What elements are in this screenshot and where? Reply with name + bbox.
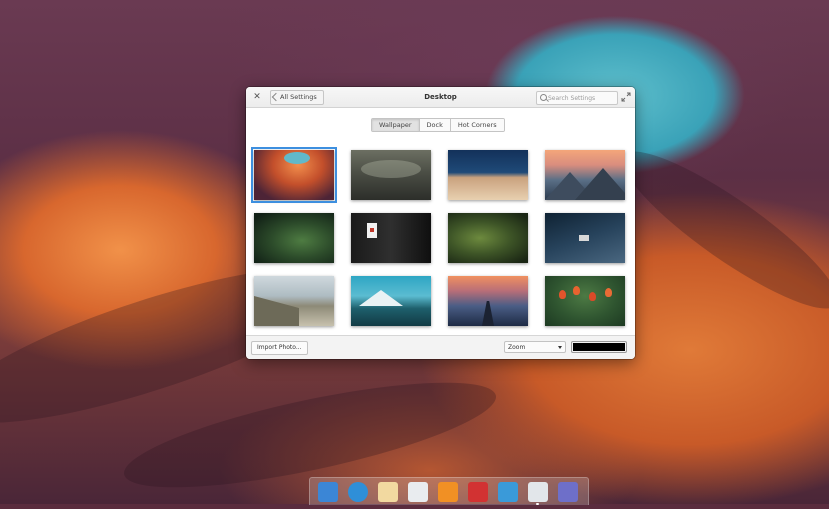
wallpaper-thumbnail[interactable]: [448, 213, 528, 263]
zoom-value: Zoom: [508, 344, 526, 351]
maximize-icon[interactable]: [621, 92, 631, 102]
wallpaper-thumbnail[interactable]: [254, 213, 334, 263]
search-box[interactable]: [536, 91, 618, 105]
tab-wallpaper[interactable]: Wallpaper: [372, 119, 420, 131]
wallpaper-thumbnail[interactable]: [351, 276, 431, 326]
tab-dock[interactable]: Dock: [419, 119, 451, 131]
switchboard-icon[interactable]: [528, 482, 548, 502]
running-indicator: [536, 503, 539, 505]
wallpaper-thumbnail[interactable]: [545, 150, 625, 200]
web-browser-icon[interactable]: [348, 482, 368, 502]
dock: [309, 477, 589, 505]
tab-hot-corners[interactable]: Hot Corners: [450, 119, 504, 131]
search-icon: [540, 94, 547, 101]
chevron-down-icon: [558, 346, 562, 349]
calendar-icon[interactable]: [408, 482, 428, 502]
wallpaper-grid: [251, 147, 627, 326]
wallpaper-thumbnail[interactable]: [448, 276, 528, 326]
footer-bar: Import Photo... Zoom: [246, 335, 635, 359]
wallpaper-thumbnail[interactable]: [254, 276, 334, 326]
music-icon[interactable]: [438, 482, 458, 502]
background-color-button[interactable]: [571, 341, 627, 353]
wallpaper-thumbnail[interactable]: [251, 147, 337, 203]
wallpaper-shadow: [606, 130, 829, 330]
import-photo-button[interactable]: Import Photo...: [251, 341, 308, 355]
desktop-settings-window: ✕ All Settings Desktop Wallpaper Dock Ho…: [246, 87, 635, 359]
wallpaper-thumbnail[interactable]: [448, 150, 528, 200]
wallpaper-thumbnail[interactable]: [545, 213, 625, 263]
photos-icon[interactable]: [498, 482, 518, 502]
background-color-fill: [573, 343, 625, 351]
wallpaper-thumbnail[interactable]: [351, 213, 431, 263]
multitasking-view-icon[interactable]: [318, 482, 338, 502]
search-input[interactable]: [548, 92, 614, 104]
zoom-dropdown[interactable]: Zoom: [504, 341, 566, 353]
wallpaper-thumbnail[interactable]: [545, 276, 625, 326]
videos-icon[interactable]: [468, 482, 488, 502]
appcenter-icon[interactable]: [558, 482, 578, 502]
title-bar: ✕ All Settings Desktop: [246, 87, 635, 108]
view-switcher: Wallpaper Dock Hot Corners: [371, 118, 505, 132]
wallpaper-thumbnail[interactable]: [351, 150, 431, 200]
mail-icon[interactable]: [378, 482, 398, 502]
